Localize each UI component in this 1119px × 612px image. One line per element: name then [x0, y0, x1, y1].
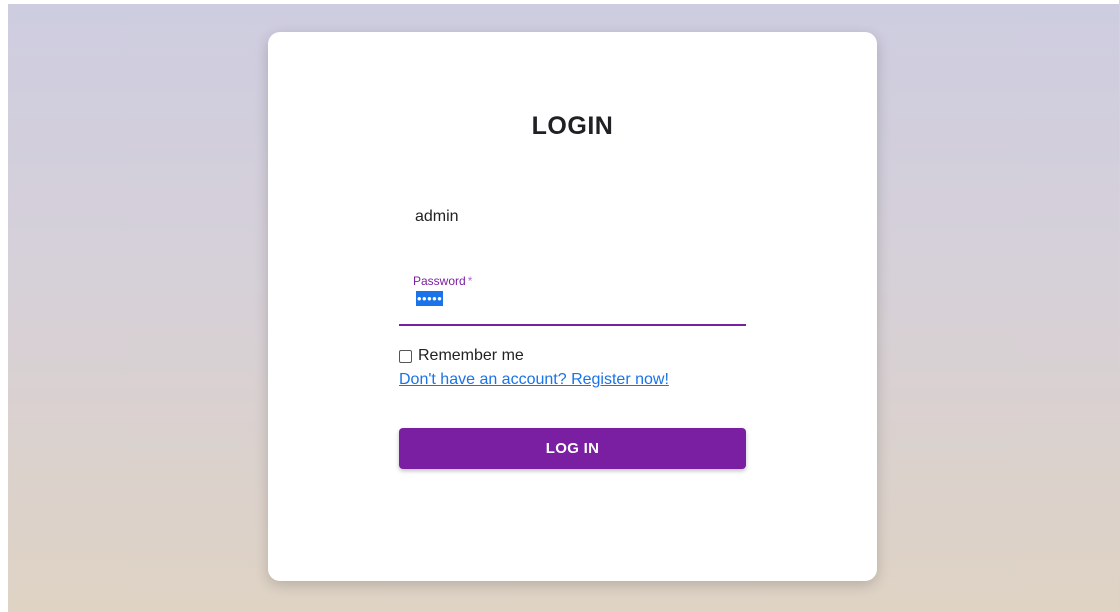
- password-label: Password *: [413, 274, 472, 288]
- remember-me-label[interactable]: Remember me: [418, 347, 524, 365]
- password-field[interactable]: Password * •••••: [399, 268, 746, 326]
- password-value[interactable]: •••••: [416, 291, 444, 306]
- remember-me-option[interactable]: Remember me: [399, 347, 524, 365]
- password-label-text: Password: [413, 274, 466, 288]
- login-card: LOGIN admin Password * ••••• Remember me …: [268, 32, 877, 581]
- username-field[interactable]: admin: [399, 200, 746, 246]
- required-marker: *: [467, 274, 473, 288]
- checkbox-unchecked-icon[interactable]: [399, 349, 412, 363]
- username-value[interactable]: admin: [415, 208, 459, 226]
- login-title: LOGIN: [531, 112, 614, 140]
- login-button[interactable]: LOG IN: [399, 428, 746, 469]
- register-link[interactable]: Don't have an account? Register now!: [399, 371, 669, 389]
